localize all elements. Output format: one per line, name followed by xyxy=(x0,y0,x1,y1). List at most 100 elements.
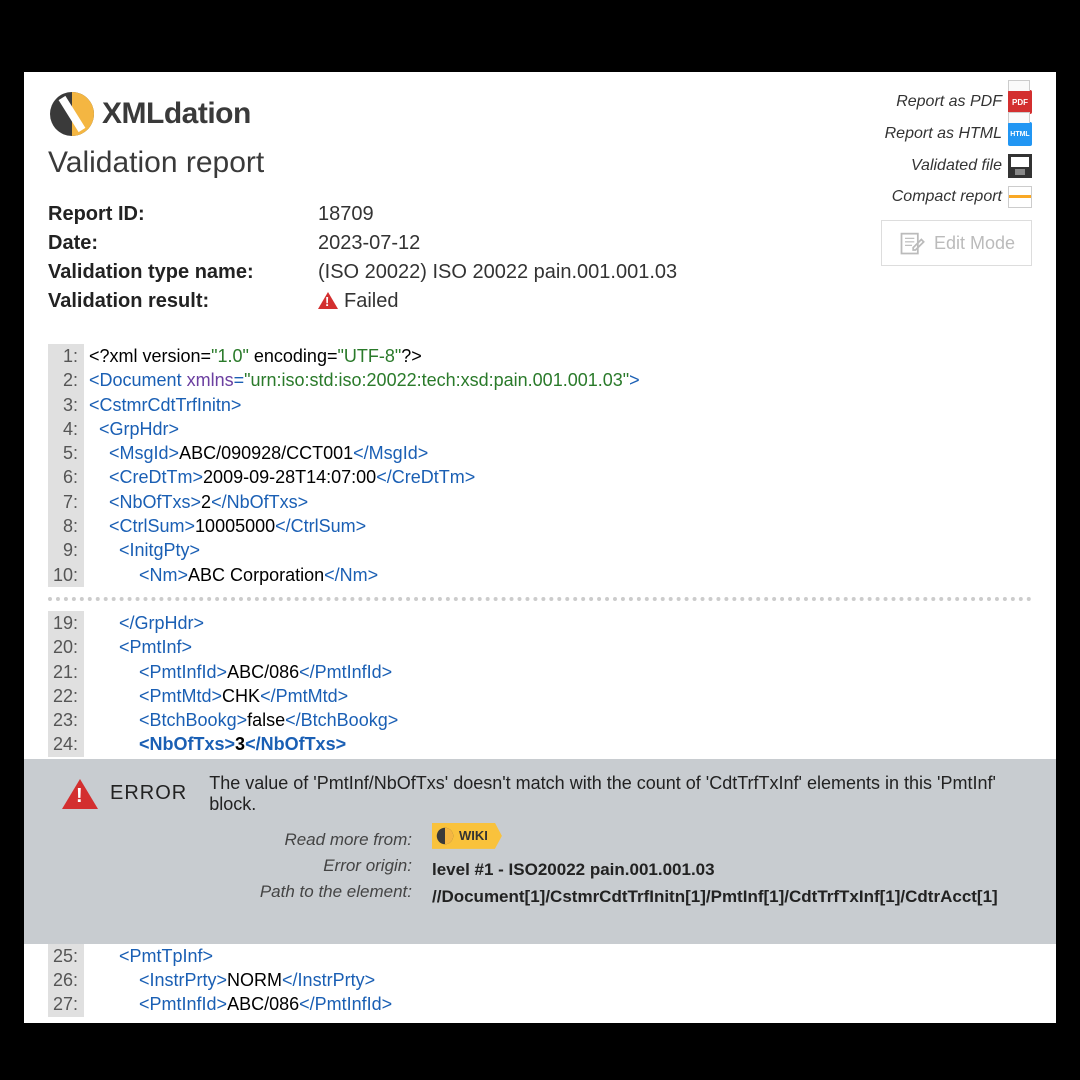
xml-code: <Document xmlns="urn:iso:std:iso:20022:t… xyxy=(84,368,640,392)
xml-line: 8: <CtrlSum>10005000</CtrlSum> xyxy=(48,514,1032,538)
line-number: 26: xyxy=(48,968,84,992)
xml-code: <Nm>ABC Corporation</Nm> xyxy=(84,563,378,587)
error-path-value: //Document[1]/CstmrCdtTrfInitn[1]/PmtInf… xyxy=(432,884,998,910)
type-label: Validation type name: xyxy=(48,258,318,287)
xml-line: 3: <CstmrCdtTrfInitn> xyxy=(48,393,1032,417)
xml-code: <PmtInfId>ABC/086</PmtInfId> xyxy=(84,660,392,684)
disk-icon xyxy=(1008,154,1032,178)
result-value: Failed xyxy=(318,287,398,316)
xml-code: <InstrPrty>NORM</InstrPrty> xyxy=(84,968,375,992)
xml-code: <CstmrCdtTrfInitn> xyxy=(84,393,241,417)
line-number: 2: xyxy=(48,368,84,392)
line-number: 10: xyxy=(48,563,84,587)
wiki-link[interactable]: WIKI xyxy=(432,823,502,849)
result-label: Validation result: xyxy=(48,287,318,316)
xml-code: <NbOfTxs>2</NbOfTxs> xyxy=(84,490,308,514)
read-more-label: Read more from: xyxy=(112,827,412,853)
line-number: 6: xyxy=(48,465,84,489)
xml-code: <CreDtTm>2009-09-28T14:07:00</CreDtTm> xyxy=(84,465,475,489)
pdf-icon: PDF xyxy=(1008,90,1032,114)
line-number: 3: xyxy=(48,393,84,417)
xml-code: <InitgPty> xyxy=(84,538,200,562)
xml-code: <PmtInf> xyxy=(84,635,192,659)
compact-report-link[interactable]: Compact report xyxy=(892,186,1032,208)
xml-code: <?xml version="1.0" encoding="UTF-8"?> xyxy=(84,344,422,368)
page-title: Validation report xyxy=(48,146,677,180)
xml-line: 6: <CreDtTm>2009-09-28T14:07:00</CreDtTm… xyxy=(48,465,1032,489)
report-actions: Report as PDF PDF Report as HTML HTML Va… xyxy=(881,90,1032,316)
logo-icon xyxy=(48,90,96,138)
xml-line: 7: <NbOfTxs>2</NbOfTxs> xyxy=(48,490,1032,514)
line-number: 21: xyxy=(48,660,84,684)
xml-line: 26: <InstrPrty>NORM</InstrPrty> xyxy=(48,968,1032,992)
validated-file-link[interactable]: Validated file xyxy=(911,154,1032,178)
line-number: 5: xyxy=(48,441,84,465)
compact-label: Compact report xyxy=(892,188,1002,206)
error-origin-value: level #1 - ISO20022 pain.001.001.03 xyxy=(432,857,998,883)
xml-code: <BtchBookg>false</BtchBookg> xyxy=(84,708,398,732)
collapsed-lines-separator[interactable] xyxy=(48,597,1032,601)
xml-code: <PmtTpInf> xyxy=(84,944,213,968)
wiki-text: WIKI xyxy=(459,826,488,846)
xml-line: 23: <BtchBookg>false</BtchBookg> xyxy=(48,708,1032,732)
validation-report-page: XMLdation Validation report Report ID: 1… xyxy=(24,72,1056,1023)
compact-icon xyxy=(1008,186,1032,208)
xml-code: </GrpHdr> xyxy=(84,611,204,635)
xml-line: 20: <PmtInf> xyxy=(48,635,1032,659)
xml-line: 9: <InitgPty> xyxy=(48,538,1032,562)
report-as-pdf-link[interactable]: Report as PDF PDF xyxy=(896,90,1032,114)
xml-code: <PmtMtd>CHK</PmtMtd> xyxy=(84,684,348,708)
line-number: 24: xyxy=(48,732,84,756)
brand-text: XMLdation xyxy=(102,97,251,131)
xml-line: 24: <NbOfTxs>3</NbOfTxs> xyxy=(48,732,1032,756)
xml-line: 22: <PmtMtd>CHK</PmtMtd> xyxy=(48,684,1032,708)
pdf-label: Report as PDF xyxy=(896,93,1002,111)
logo: XMLdation xyxy=(48,90,677,138)
error-origin-label: Error origin: xyxy=(112,853,412,879)
date-label: Date: xyxy=(48,229,318,258)
line-number: 9: xyxy=(48,538,84,562)
error-path-label: Path to the element: xyxy=(112,879,412,905)
logo-block: XMLdation Validation report Report ID: 1… xyxy=(48,90,677,316)
result-text: Failed xyxy=(344,290,398,312)
line-number: 22: xyxy=(48,684,84,708)
html-icon: HTML xyxy=(1008,122,1032,146)
line-number: 25: xyxy=(48,944,84,968)
report-id-label: Report ID: xyxy=(48,200,318,229)
line-number: 4: xyxy=(48,417,84,441)
xml-code: <PmtInfId>ABC/086</PmtInfId> xyxy=(84,992,392,1016)
line-number: 19: xyxy=(48,611,84,635)
xml-source-view: 1: <?xml version="1.0" encoding="UTF-8"?… xyxy=(48,344,1032,1017)
line-number: 1: xyxy=(48,344,84,368)
date-value: 2023-07-12 xyxy=(318,229,420,258)
xml-line: 5: <MsgId>ABC/090928/CCT001</MsgId> xyxy=(48,441,1032,465)
error-triangle-icon xyxy=(62,779,98,809)
xml-line: 27: <PmtInfId>ABC/086</PmtInfId> xyxy=(48,992,1032,1016)
line-number: 20: xyxy=(48,635,84,659)
report-as-html-link[interactable]: Report as HTML HTML xyxy=(885,122,1032,146)
edit-mode-button[interactable]: Edit Mode xyxy=(881,220,1032,266)
line-number: 7: xyxy=(48,490,84,514)
line-number: 27: xyxy=(48,992,84,1016)
edit-mode-label: Edit Mode xyxy=(934,233,1015,254)
report-id-value: 18709 xyxy=(318,200,374,229)
html-label: Report as HTML xyxy=(885,125,1002,143)
error-label: ERROR xyxy=(110,782,187,805)
validated-label: Validated file xyxy=(911,157,1002,175)
xml-line: 1: <?xml version="1.0" encoding="UTF-8"?… xyxy=(48,344,1032,368)
failed-icon xyxy=(318,292,338,309)
line-number: 8: xyxy=(48,514,84,538)
xml-code: <CtrlSum>10005000</CtrlSum> xyxy=(84,514,366,538)
xml-line: 10: <Nm>ABC Corporation</Nm> xyxy=(48,563,1032,587)
xml-code: <GrpHdr> xyxy=(84,417,179,441)
edit-icon xyxy=(898,229,926,257)
xml-line: 21: <PmtInfId>ABC/086</PmtInfId> xyxy=(48,660,1032,684)
header-row: XMLdation Validation report Report ID: 1… xyxy=(48,90,1032,316)
xml-code: <NbOfTxs>3</NbOfTxs> xyxy=(84,732,346,756)
type-value: (ISO 20022) ISO 20022 pain.001.001.03 xyxy=(318,258,677,287)
xml-line: 19: </GrpHdr> xyxy=(48,611,1032,635)
report-meta: Report ID: 18709 Date: 2023-07-12 Valida… xyxy=(48,200,677,316)
wiki-logo-icon xyxy=(436,827,454,845)
xml-line: 4: <GrpHdr> xyxy=(48,417,1032,441)
error-panel: ERROR The value of 'PmtInf/NbOfTxs' does… xyxy=(24,759,1056,944)
